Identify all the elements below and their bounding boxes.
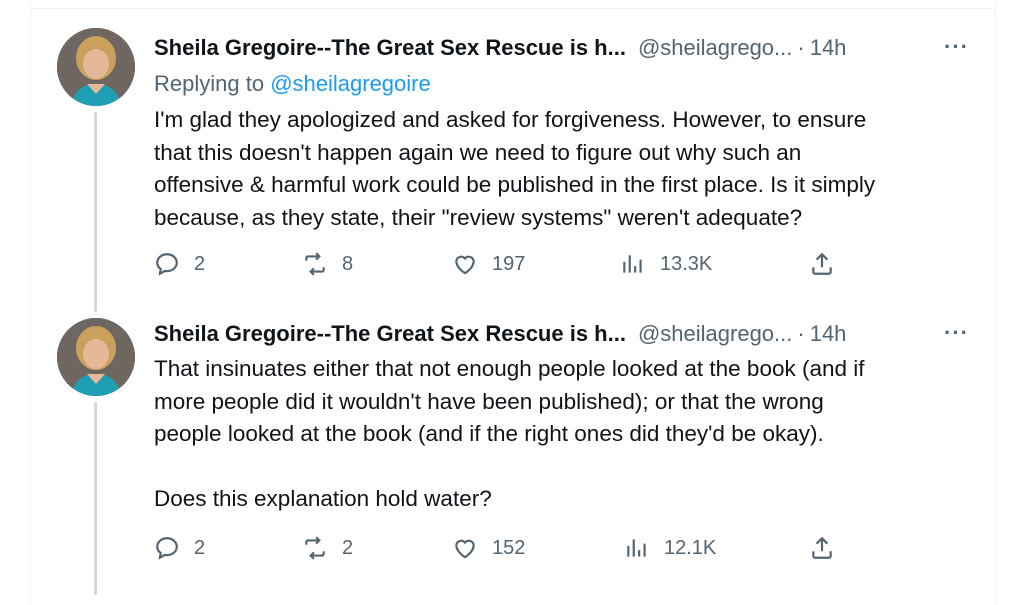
thread-line — [94, 402, 97, 595]
like-button[interactable]: 152 — [452, 535, 525, 561]
share-button[interactable] — [809, 535, 835, 561]
views-count: 12.1K — [664, 536, 717, 559]
top-divider — [30, 8, 995, 9]
like-count: 197 — [492, 252, 526, 275]
retweet-button[interactable]: 2 — [302, 535, 353, 561]
share-button[interactable] — [809, 251, 835, 277]
reply-count: 2 — [194, 536, 206, 559]
views-icon — [623, 255, 642, 273]
author-name[interactable]: Sheila Gregoire--The Great Sex Rescue is… — [154, 321, 626, 347]
tweet[interactable]: Sheila Gregoire--The Great Sex Rescue is… — [154, 320, 974, 516]
tweet-header: Sheila Gregoire--The Great Sex Rescue is… — [154, 320, 974, 348]
column-border-right — [995, 0, 996, 605]
reply-button[interactable]: 2 — [154, 251, 205, 277]
timestamp[interactable]: 14h — [810, 35, 847, 61]
thread-line — [94, 112, 97, 312]
tweet-actions: 2 8 197 13.3K — [154, 251, 854, 283]
reply-button[interactable]: 2 — [154, 535, 205, 561]
tweet[interactable]: Sheila Gregoire--The Great Sex Rescue is… — [154, 34, 974, 234]
tweet-header: Sheila Gregoire--The Great Sex Rescue is… — [154, 34, 974, 62]
mention-link[interactable]: @sheilagregoire — [270, 71, 431, 96]
views-button[interactable]: 12.1K — [624, 535, 716, 561]
retweet-icon — [305, 252, 325, 276]
reply-icon — [156, 537, 178, 560]
reply-icon — [156, 253, 178, 276]
author-name[interactable]: Sheila Gregoire--The Great Sex Rescue is… — [154, 35, 626, 61]
like-button[interactable]: 197 — [452, 251, 525, 277]
avatar[interactable] — [57, 28, 135, 106]
replying-to: Replying to @sheilagregoire — [154, 70, 974, 98]
like-count: 152 — [492, 536, 526, 559]
views-button[interactable]: 13.3K — [620, 251, 712, 277]
views-count: 13.3K — [660, 252, 713, 275]
more-icon[interactable]: ··· — [944, 320, 969, 346]
views-icon — [627, 539, 646, 557]
share-icon — [812, 252, 832, 275]
tweet-actions: 2 2 152 12.1K — [154, 535, 854, 567]
tweet-text: I'm glad they apologized and asked for f… — [154, 107, 876, 230]
column-border-left — [30, 0, 31, 605]
more-icon[interactable]: ··· — [944, 34, 969, 60]
retweet-count: 2 — [342, 536, 354, 559]
author-handle[interactable]: @sheilagrego... — [638, 35, 792, 61]
avatar[interactable] — [57, 318, 135, 396]
retweet-icon — [305, 536, 325, 560]
replying-prefix: Replying to — [154, 71, 271, 96]
like-icon — [455, 255, 475, 275]
share-icon — [812, 536, 832, 559]
separator: · — [797, 321, 805, 346]
timestamp[interactable]: 14h — [810, 321, 847, 347]
retweet-button[interactable]: 8 — [302, 251, 353, 277]
separator: · — [797, 35, 805, 60]
retweet-count: 8 — [342, 252, 354, 275]
tweet-text: That insinuates either that not enough p… — [154, 356, 865, 511]
reply-count: 2 — [194, 252, 206, 275]
like-icon — [455, 539, 475, 559]
author-handle[interactable]: @sheilagrego... — [638, 321, 792, 347]
